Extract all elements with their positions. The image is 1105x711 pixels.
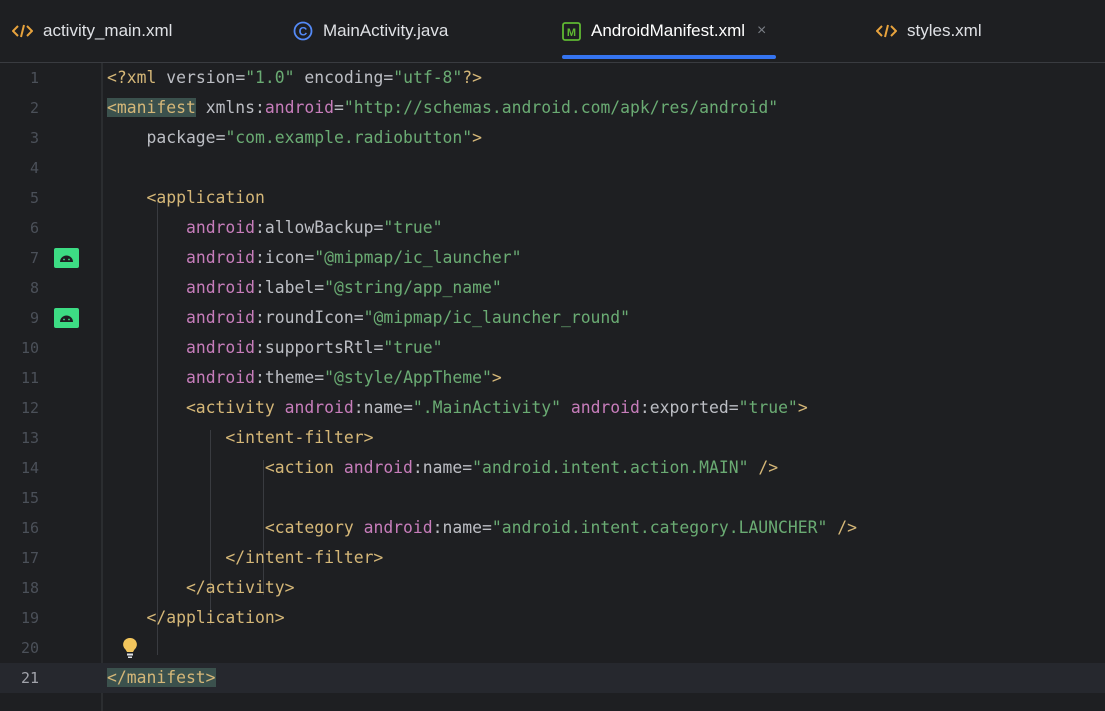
line-number: 18 [20,579,39,597]
line-text: <manifest xmlns:android="http://schemas.… [107,98,779,117]
lightbulb-icon[interactable] [122,637,138,663]
xml-tag-icon [876,23,897,39]
code-line: 2 <manifest xmlns:android="http://schema… [0,93,1105,123]
tab-label: AndroidManifest.xml [591,21,746,40]
code-editor[interactable]: 1 <?xml version="1.0" encoding="utf-8"?>… [0,63,1105,711]
editor-window: activity_main.xml C MainActivity.java M … [0,0,1105,711]
tab-styles[interactable]: styles.xml [876,0,982,62]
line-number: 4 [29,159,39,177]
code-line: 1 <?xml version="1.0" encoding="utf-8"?> [0,63,1105,93]
line-text: android:label="@string/app_name" [185,278,502,297]
code-line-current: 21 </manifest> [0,663,1105,693]
line-text: package="com.example.radiobutton"> [107,128,483,147]
code-line: 16 <category android:name="android.inten… [0,513,1105,543]
tab-bar: activity_main.xml C MainActivity.java M … [0,0,1105,63]
android-icon[interactable] [54,248,79,268]
tab-activity-main[interactable]: activity_main.xml [12,0,172,62]
line-text: <activity android:name=".MainActivity" a… [107,398,808,417]
line-text: <intent-filter> [107,428,374,447]
line-text: </application> [107,608,285,627]
line-number: 3 [29,129,39,147]
code-line: 5 <application [0,183,1105,213]
line-text: android:supportsRtl="true" [185,338,443,357]
line-number: 9 [29,309,39,327]
line-number: 5 [29,189,39,207]
svg-text:M: M [567,27,576,39]
line-number: 21 [20,669,39,687]
line-number: 16 [20,519,39,537]
line-text: <application [107,188,265,207]
code-line: 13 <intent-filter> [0,423,1105,453]
line-number: 11 [20,369,39,387]
line-number: 13 [20,429,39,447]
tab-label: styles.xml [907,21,982,40]
code-line: 9 android:roundIcon="@mipmap/ic_launcher… [0,303,1105,333]
line-text: <category android:name="android.intent.c… [107,518,857,537]
line-number: 10 [20,339,39,357]
code-line: 11 android:theme="@style/AppTheme"> [0,363,1105,393]
line-number: 8 [29,279,39,297]
code-line: 3 package="com.example.radiobutton"> [0,123,1105,153]
code-line: 6 android:allowBackup="true" [0,213,1105,243]
line-text: <action android:name="android.intent.act… [107,458,779,477]
line-number: 17 [20,549,39,567]
line-text: </intent-filter> [107,548,384,567]
code-line: 18 </activity> [0,573,1105,603]
line-number: 14 [20,459,39,477]
code-line: 4 [0,153,1105,183]
line-number: 15 [20,489,39,507]
tab-label: MainActivity.java [323,21,449,40]
line-text: android:icon="@mipmap/ic_launcher" [185,248,522,267]
code-line: 14 <action android:name="android.intent.… [0,453,1105,483]
line-text: </manifest> [107,668,216,687]
code-line: 20 [0,633,1105,663]
android-icon[interactable] [54,308,79,328]
manifest-icon: M [562,21,581,41]
code-line: 15 [0,483,1105,513]
line-number: 20 [20,639,39,657]
code-line: 8 android:label="@string/app_name" [0,273,1105,303]
line-number: 2 [29,99,39,117]
svg-text:C: C [299,25,308,39]
tab-label: activity_main.xml [43,21,173,40]
java-class-icon: C [293,21,313,41]
line-number: 7 [29,249,39,267]
line-number: 12 [20,399,39,417]
line-number: 1 [29,69,39,87]
line-text: </activity> [107,578,295,597]
active-tab-indicator [562,55,777,59]
code-line: 19 </application> [0,603,1105,633]
close-tab-icon[interactable]: × [757,22,766,40]
line-text: android:roundIcon="@mipmap/ic_launcher_r… [185,308,631,327]
code-line: 17 </intent-filter> [0,543,1105,573]
line-number: 19 [20,609,39,627]
tab-android-manifest[interactable]: M AndroidManifest.xml × [562,0,777,62]
tab-main-activity[interactable]: C MainActivity.java [293,0,448,62]
code-line: 12 <activity android:name=".MainActivity… [0,393,1105,423]
line-text: <?xml version="1.0" encoding="utf-8"?> [107,68,483,87]
line-text: android:allowBackup="true" [185,218,443,237]
xml-tag-icon [12,23,33,39]
code-line: 10 android:supportsRtl="true" [0,333,1105,363]
line-number: 6 [29,219,39,237]
code-line: 7 android:icon="@mipmap/ic_launcher" [0,243,1105,273]
line-text: android:theme="@style/AppTheme"> [185,368,502,387]
